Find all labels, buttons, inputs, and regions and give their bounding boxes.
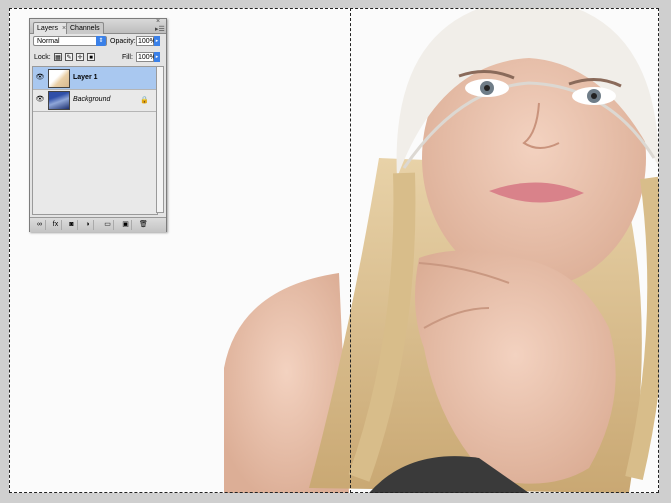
eye-icon[interactable]: 👁 bbox=[35, 73, 45, 82]
layer-name: Layer 1 bbox=[73, 74, 98, 81]
lock-transparency-icon[interactable]: ▦ bbox=[54, 53, 62, 61]
chevron-down-icon: ⇕ bbox=[96, 36, 106, 46]
lock-row: Lock: ▦ ✎ ✛ ■ Fill: 100% ▸ bbox=[30, 50, 166, 64]
blend-mode-value: Normal bbox=[37, 38, 60, 45]
blend-mode-select[interactable]: Normal ⇕ bbox=[33, 36, 107, 46]
lock-pixels-icon[interactable]: ✎ bbox=[65, 53, 73, 61]
tab-channels[interactable]: Channels bbox=[66, 22, 104, 34]
tab-label: Channels bbox=[70, 25, 100, 32]
opacity-label: Opacity: bbox=[110, 38, 136, 45]
fill-arrow-icon[interactable]: ▸ bbox=[154, 52, 160, 62]
trash-icon[interactable]: 🗑 bbox=[138, 220, 149, 230]
blend-row: Normal ⇕ Opacity: 100% ▸ bbox=[30, 34, 166, 48]
fill-label: Fill: bbox=[122, 54, 133, 61]
adjustment-layer-icon[interactable]: ◑ bbox=[82, 220, 94, 230]
tab-layers[interactable]: Layers × bbox=[33, 22, 71, 34]
layer-thumbnail bbox=[48, 91, 70, 110]
fill-field[interactable]: 100% bbox=[136, 52, 156, 62]
new-group-icon[interactable]: ▭ bbox=[102, 220, 114, 230]
lock-label: Lock: bbox=[34, 54, 51, 61]
layers-scrollbar[interactable] bbox=[156, 66, 164, 213]
eye-icon[interactable]: 👁 bbox=[35, 95, 45, 104]
layer-thumbnail bbox=[48, 69, 70, 88]
opacity-arrow-icon[interactable]: ▸ bbox=[154, 36, 160, 46]
new-layer-icon[interactable]: ▣ bbox=[120, 220, 132, 230]
opacity-field[interactable]: 100% bbox=[136, 36, 156, 46]
layer-mask-icon[interactable]: ◙ bbox=[66, 220, 78, 230]
fx-icon[interactable]: fx bbox=[50, 220, 62, 230]
layer-name: Background bbox=[73, 96, 111, 103]
palette-bottom-bar: ∞ fx ◙ ◑ ▭ ▣ 🗑 bbox=[30, 217, 166, 232]
close-icon[interactable]: × bbox=[156, 18, 160, 25]
link-layers-icon[interactable]: ∞ bbox=[34, 220, 46, 230]
palette-menu-icon[interactable]: ▸☰ bbox=[155, 25, 165, 33]
lock-icon: 🔒 bbox=[140, 97, 149, 104]
tab-label: Layers bbox=[37, 25, 59, 32]
palette-tab-bar: × Layers × Channels ▸☰ bbox=[30, 18, 166, 34]
lock-position-icon[interactable]: ✛ bbox=[76, 53, 84, 61]
selection-marquee-divider bbox=[350, 8, 351, 493]
layer-row-background[interactable]: 👁 Background 🔒 bbox=[33, 89, 157, 112]
layers-palette[interactable]: × Layers × Channels ▸☰ Normal ⇕ Opacity: … bbox=[29, 18, 167, 232]
layer-row-layer-1[interactable]: 👁 Layer 1 bbox=[33, 67, 157, 90]
lock-all-icon[interactable]: ■ bbox=[87, 53, 95, 61]
layers-list: 👁 Layer 1 👁 Background 🔒 bbox=[32, 66, 158, 215]
